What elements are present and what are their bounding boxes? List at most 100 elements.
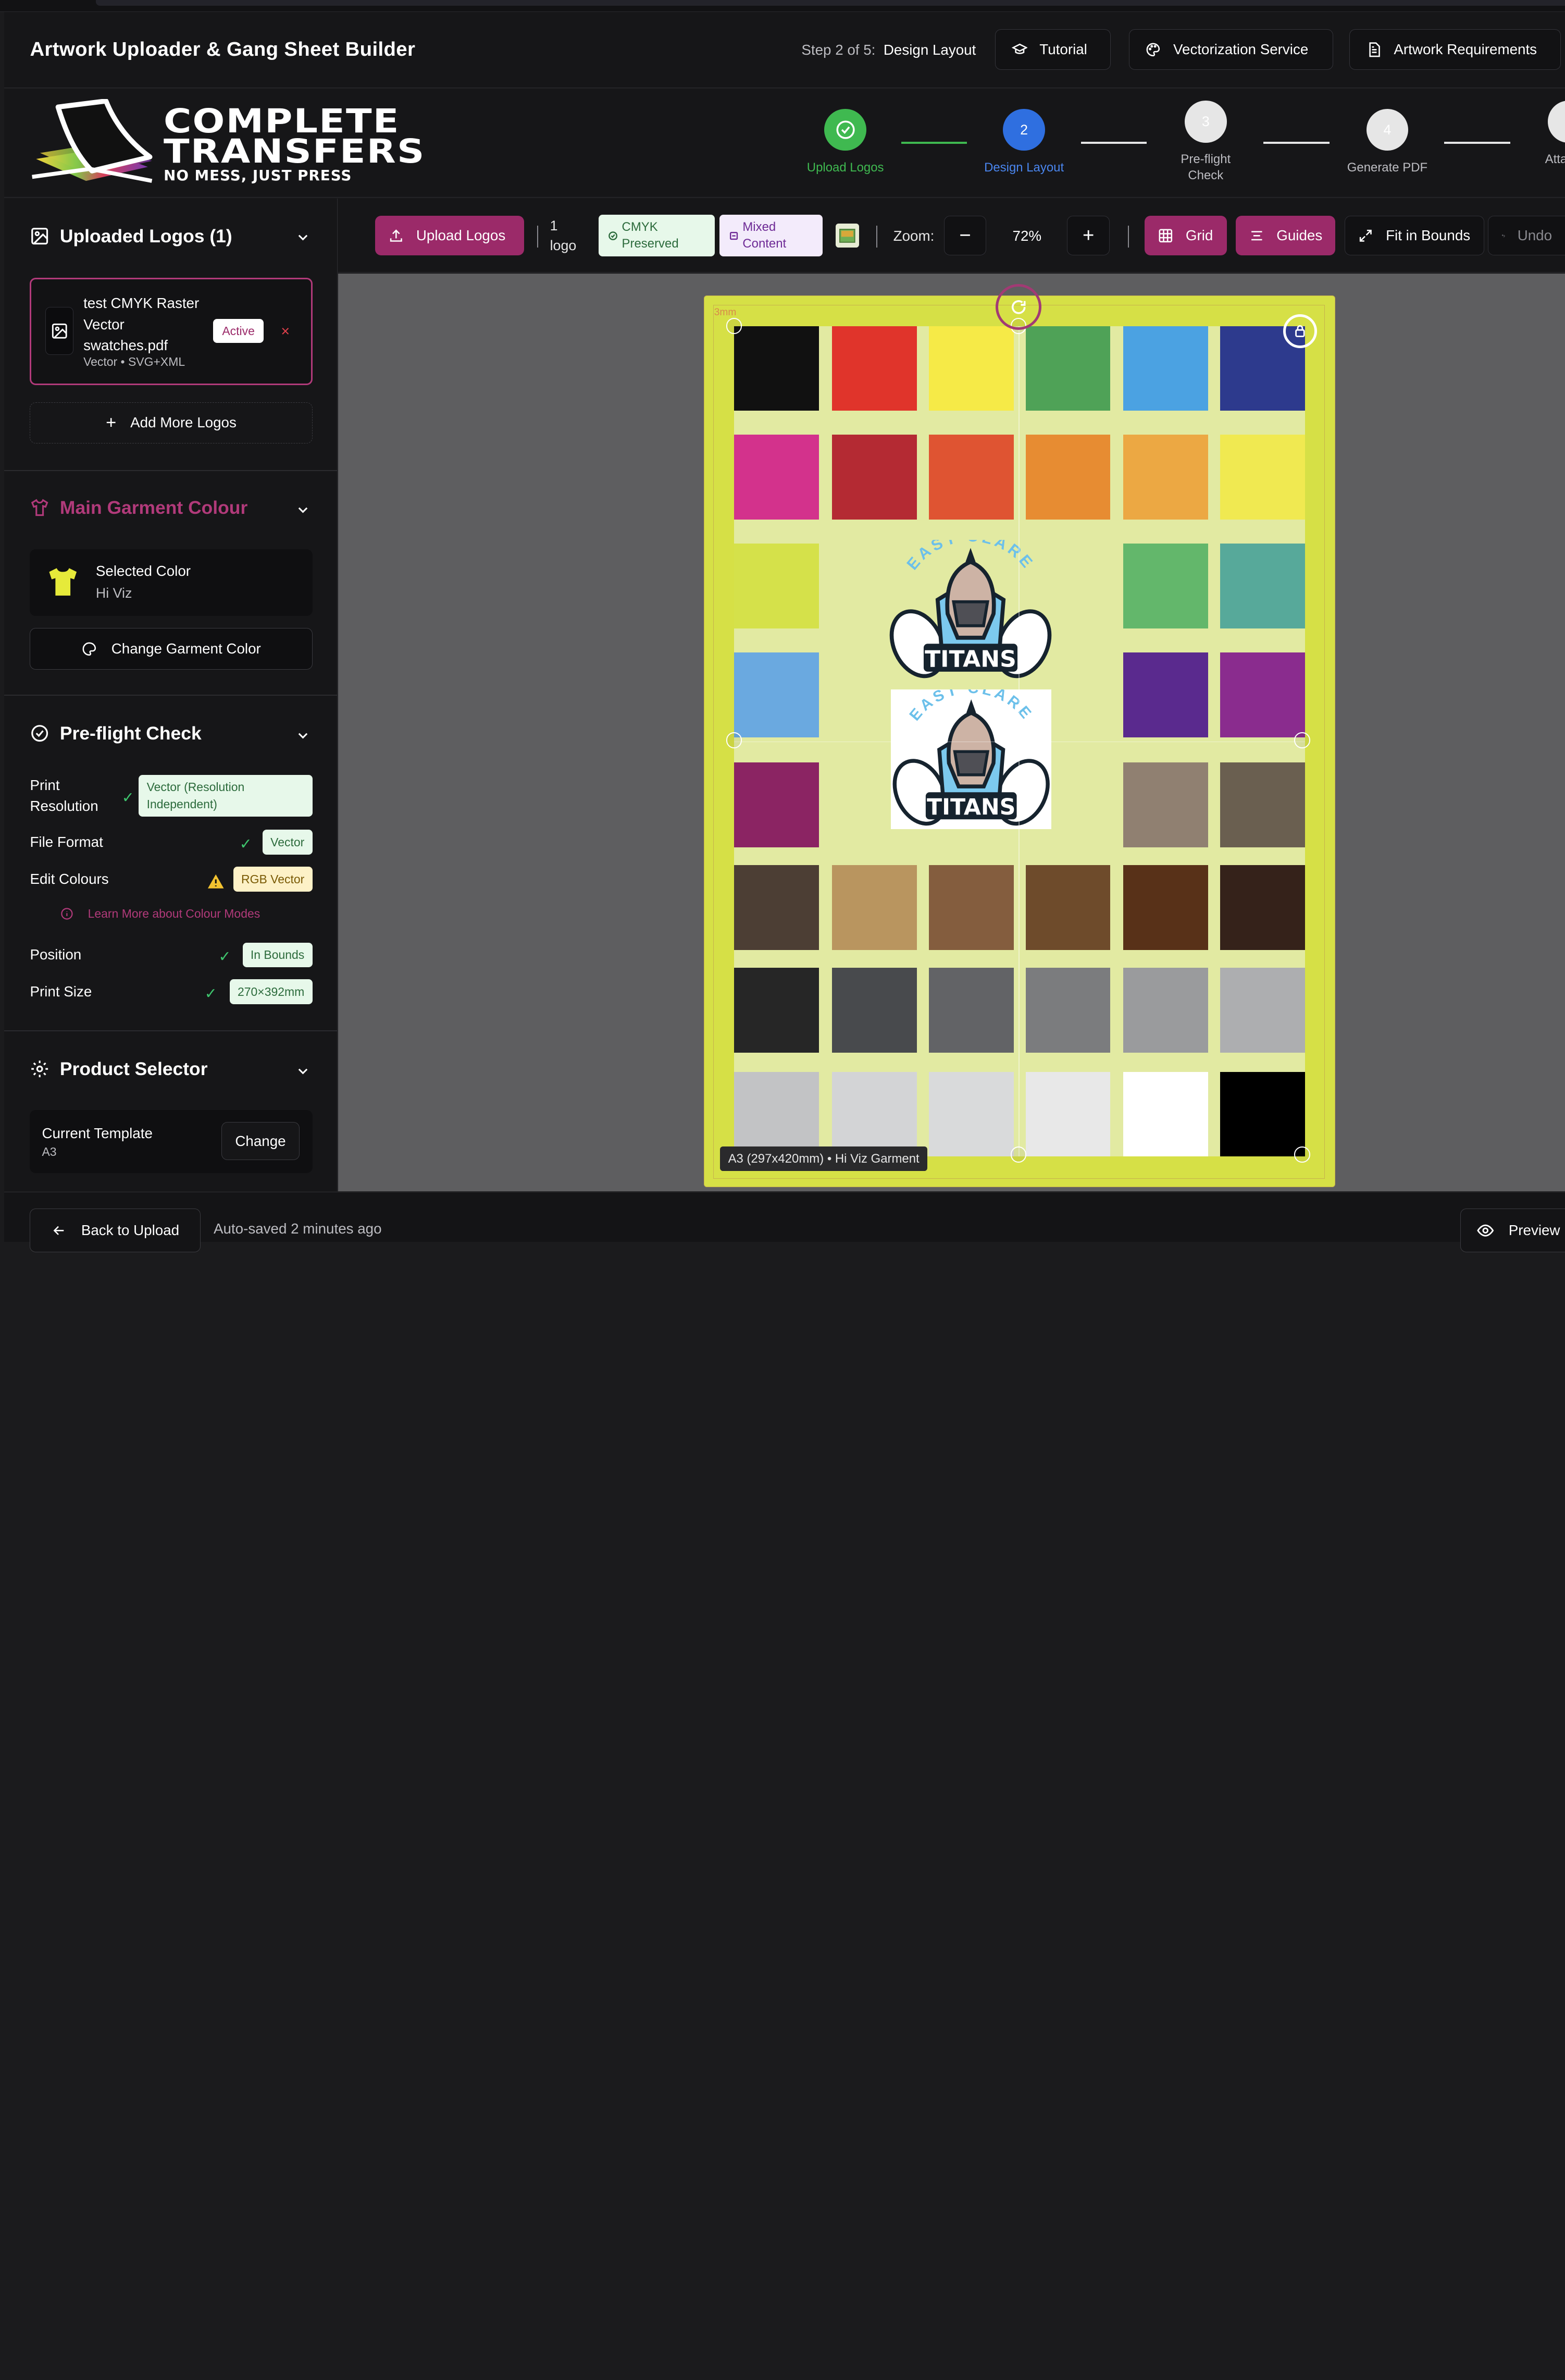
preflight-label: Print Resolution: [30, 776, 98, 814]
section-divider: [4, 695, 337, 696]
add-more-logos-button[interactable]: + Add More Logos: [30, 402, 313, 443]
color-swatch: [734, 544, 819, 628]
check-circle-icon: [608, 231, 617, 240]
garment-colour-header[interactable]: Main Garment Colour: [30, 497, 247, 519]
rotate-icon: [1011, 300, 1026, 314]
fit-in-bounds-label: Fit in Bounds: [1386, 227, 1471, 244]
guides-toggle-button[interactable]: Guides: [1235, 215, 1336, 256]
product-selector-header[interactable]: Product Selector: [30, 1058, 208, 1080]
vectorization-service-button[interactable]: Vectorization Service: [1128, 29, 1334, 70]
rotate-handle[interactable]: [996, 284, 1042, 330]
color-swatch: [734, 326, 819, 411]
gang-sheet[interactable]: 3mm EAST CLARE TITANS EAST CLARE: [703, 284, 1336, 1187]
color-swatch: [1123, 865, 1209, 950]
tutorial-button[interactable]: Tutorial: [995, 29, 1111, 70]
transfer-sheet-logo-mark: [31, 98, 153, 183]
chevron-down-icon[interactable]: [297, 504, 309, 516]
horizontal-center-guide: [734, 741, 1305, 743]
garment-swatch-shirt-icon: [49, 568, 77, 596]
preflight-label: Position: [30, 946, 82, 963]
step-1-label: Upload Logos: [806, 160, 884, 175]
brand-word-transfers: TRANSFERS: [164, 131, 426, 170]
active-badge: Active: [213, 319, 264, 343]
shirt-icon: [31, 499, 48, 516]
remove-logo-button[interactable]: ×: [281, 323, 290, 340]
image-icon: [52, 323, 67, 339]
upload-logos-button[interactable]: Upload Logos: [375, 215, 524, 256]
grid-toggle-button[interactable]: Grid: [1145, 215, 1227, 256]
learn-more-colour-modes-link[interactable]: Learn More about Colour Modes: [60, 907, 260, 921]
uploaded-logos-header[interactable]: Uploaded Logos (1): [30, 226, 232, 247]
color-swatch: [1123, 544, 1209, 628]
preflight-row-file-format: File Format ✓ Vector: [30, 830, 313, 856]
current-template-value: A3: [42, 1145, 57, 1159]
guides-icon: [1251, 231, 1262, 241]
color-swatch: [1220, 435, 1305, 520]
current-template-card: Current Template A3 Change: [30, 1110, 313, 1174]
palette-icon: [1147, 43, 1160, 56]
color-swatch: [734, 652, 819, 737]
artwork-swatches-pdf[interactable]: EAST CLARE TITANS EAST CLARE: [734, 326, 1305, 1157]
preflight-row-print-size: Print Size ✓ 270×392mm: [30, 979, 313, 1005]
zoom-out-button[interactable]: −: [944, 215, 986, 256]
change-template-button[interactable]: Change: [221, 1122, 300, 1161]
preflight-label: Edit Colours: [30, 870, 109, 887]
autosave-status: Auto-saved 2 minutes ago: [213, 1220, 382, 1237]
uploaded-logo-card[interactable]: test CMYK Raster Vector swatches.pdf Vec…: [30, 277, 313, 386]
layer-lock-handle[interactable]: [1283, 314, 1317, 348]
document-icon: [1369, 42, 1380, 57]
design-canvas-area[interactable]: 3mm EAST CLARE TITANS EAST CLARE: [338, 273, 1565, 1191]
step-4-circle[interactable]: 4: [1366, 108, 1409, 151]
preflight-header[interactable]: Pre-flight Check: [30, 723, 202, 744]
step-5-circle[interactable]: [1548, 101, 1565, 143]
canvas-toolbar: Upload Logos 1 logo CMYK Preserved Mixed…: [338, 199, 1565, 273]
color-swatch: [1123, 1071, 1209, 1157]
logo-file-name: test CMYK Raster Vector swatches.pdf: [83, 295, 200, 353]
step-3-circle[interactable]: 3: [1185, 101, 1227, 143]
product-selector-title: Product Selector: [59, 1058, 208, 1079]
resize-handle-top-left[interactable]: [726, 318, 742, 334]
color-swatch: [734, 968, 819, 1053]
zoom-in-button[interactable]: +: [1066, 215, 1110, 256]
chevron-down-icon[interactable]: [297, 1065, 309, 1077]
change-garment-color-button[interactable]: Change Garment Color: [30, 628, 313, 670]
gear-icon: [31, 1060, 48, 1078]
step-1-circle[interactable]: [824, 108, 866, 151]
preview-button[interactable]: Preview: [1460, 1209, 1565, 1253]
logo-count: 1 logo: [550, 216, 577, 256]
selected-color-value: Hi Viz: [95, 585, 132, 601]
raster-image-toggle[interactable]: [835, 224, 860, 248]
resize-handle-right[interactable]: [1294, 732, 1310, 748]
chevron-down-icon[interactable]: [297, 730, 309, 742]
logo-file-meta: Vector • SVG+XML: [83, 355, 185, 369]
color-swatch: [1220, 652, 1305, 737]
step-2-label: Design Layout: [984, 160, 1064, 175]
step-connector: [1444, 142, 1510, 144]
preflight-badge: In Bounds: [242, 942, 313, 968]
resize-handle-left[interactable]: [726, 732, 742, 748]
color-swatch: [928, 326, 1014, 411]
preflight-badge: Vector (Resolution Independent): [139, 774, 313, 817]
back-to-upload-button[interactable]: Back to Upload: [30, 1209, 201, 1253]
titans-logo-raster-placed[interactable]: EAST CLARE TITANS: [890, 679, 1052, 830]
fit-in-bounds-button[interactable]: Fit in Bounds: [1344, 215, 1484, 256]
titans-logo-placed[interactable]: EAST CLARE TITANS: [888, 540, 1053, 680]
plus-icon: +: [1082, 224, 1095, 247]
warning-icon: [207, 874, 224, 889]
info-icon: [61, 907, 73, 920]
preflight-badge: RGB Vector: [233, 866, 313, 892]
uploaded-logos-title: Uploaded Logos (1): [59, 225, 232, 246]
top-strip-bar: [95, 0, 1565, 6]
cmyk-tag-line1: CMYK: [622, 219, 658, 234]
resize-handle-bottom-right[interactable]: [1294, 1146, 1310, 1163]
step-2-circle[interactable]: 2: [1003, 108, 1045, 151]
undo-button[interactable]: Undo: [1488, 215, 1565, 256]
color-swatch: [831, 326, 917, 411]
check-icon: ✓: [204, 985, 217, 1002]
logo-name-text: TITANS: [925, 646, 1016, 672]
chevron-down-icon[interactable]: [297, 231, 309, 243]
resize-handle-bottom[interactable]: [1010, 1146, 1027, 1163]
check-icon: ✓: [218, 948, 231, 966]
footer-bar: Back to Upload Auto-saved 2 minutes ago …: [4, 1192, 1565, 1253]
artwork-requirements-button[interactable]: Artwork Requirements: [1349, 29, 1561, 70]
